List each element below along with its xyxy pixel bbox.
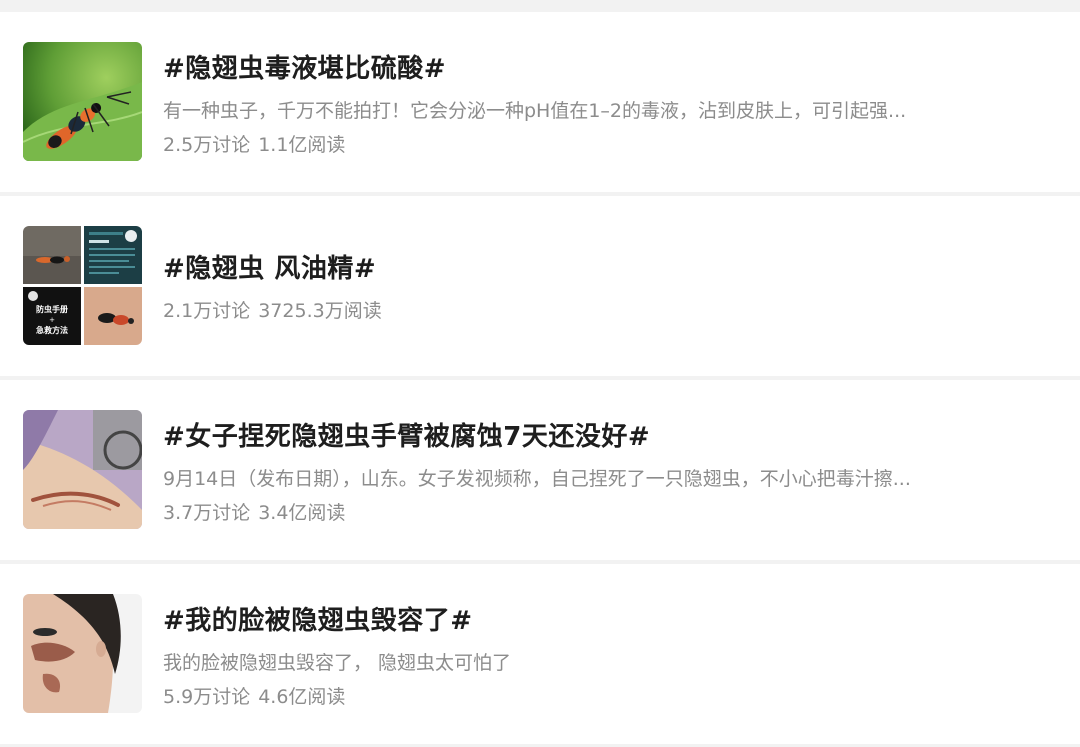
topic-list: #隐翅虫毒液堪比硫酸# 有一种虫子，千万不能拍打！它会分泌一种pH值在1–2的毒… <box>0 0 1080 747</box>
topic-thumbnail[interactable] <box>23 594 142 713</box>
read-count: 3.4亿阅读 <box>258 502 346 524</box>
injured-face-image <box>23 594 142 713</box>
poster-line2: + <box>49 316 55 324</box>
beetle-collage-image: 防虫手册 + 急救方法 <box>23 226 142 345</box>
read-count: 4.6亿阅读 <box>258 686 346 708</box>
topic-card[interactable]: #我的脸被隐翅虫毁容了# 我的脸被隐翅虫毁容了， 隐翅虫太可怕了 5.9万讨论 4… <box>0 564 1080 744</box>
topic-description: 有一种虫子，千万不能拍打！它会分泌一种pH值在1–2的毒液，沾到皮肤上，可引起强… <box>163 100 907 122</box>
topic-thumbnail[interactable] <box>23 410 142 529</box>
topic-description: 9月14日（发布日期），山东。女子发视频称，自己捏死了一只隐翅虫，不小心把毒汁擦… <box>163 468 911 490</box>
discussion-count: 5.9万讨论 <box>163 686 251 708</box>
topic-card[interactable]: #隐翅虫毒液堪比硫酸# 有一种虫子，千万不能拍打！它会分泌一种pH值在1–2的毒… <box>0 12 1080 192</box>
topic-title[interactable]: #我的脸被隐翅虫毁容了# <box>163 600 473 637</box>
read-count: 1.1亿阅读 <box>258 134 346 156</box>
discussion-count: 2.5万讨论 <box>163 134 251 156</box>
topic-description: 我的脸被隐翅虫毁容了， 隐翅虫太可怕了 <box>163 652 512 674</box>
topic-card[interactable]: #女子捏死隐翅虫手臂被腐蚀7天还没好# 9月14日（发布日期），山东。女子发视频… <box>0 380 1080 560</box>
topic-title[interactable]: #女子捏死隐翅虫手臂被腐蚀7天还没好# <box>163 416 650 453</box>
topic-stats: 5.9万讨论 4.6亿阅读 <box>163 682 345 709</box>
discussion-count: 3.7万讨论 <box>163 502 251 524</box>
discussion-count: 2.1万讨论 <box>163 300 251 322</box>
topic-title[interactable]: #隐翅虫 风油精# <box>163 248 376 285</box>
topic-title[interactable]: #隐翅虫毒液堪比硫酸# <box>163 48 446 85</box>
injured-arm-image <box>23 410 142 529</box>
topic-thumbnail[interactable] <box>23 42 142 161</box>
topic-stats: 2.5万讨论 1.1亿阅读 <box>163 130 345 157</box>
poster-line1: 防虫手册 <box>36 304 68 314</box>
poster-line3: 急救方法 <box>36 325 68 335</box>
topic-card[interactable]: 防虫手册 + 急救方法 #隐翅虫 风油精# 2.1万讨论 3725.3万阅读 <box>0 196 1080 376</box>
rove-beetle-image <box>23 42 142 161</box>
topic-thumbnail[interactable]: 防虫手册 + 急救方法 <box>23 226 142 345</box>
topic-stats: 3.7万讨论 3.4亿阅读 <box>163 498 345 525</box>
read-count: 3725.3万阅读 <box>258 300 382 322</box>
topic-stats: 2.1万讨论 3725.3万阅读 <box>163 296 382 323</box>
